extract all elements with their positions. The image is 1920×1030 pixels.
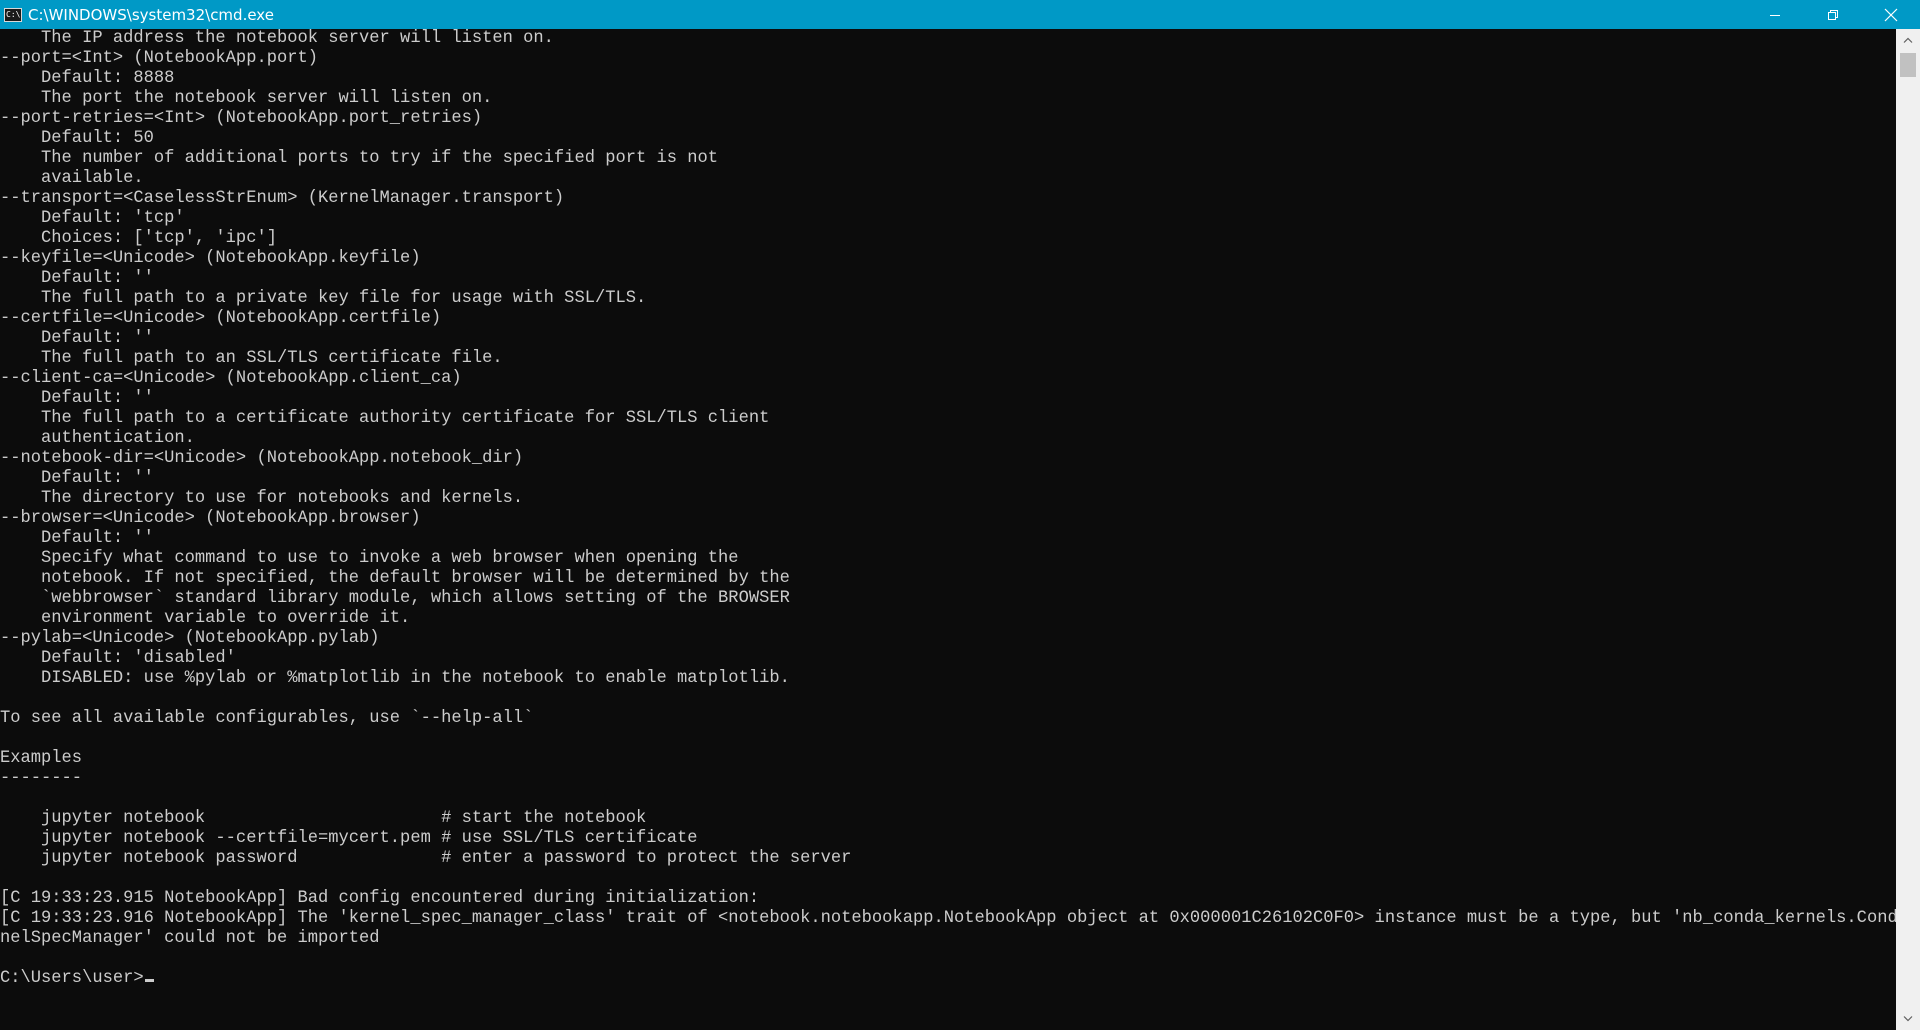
console-line: --notebook-dir=<Unicode> (NotebookApp.no… — [0, 449, 523, 469]
console-line: Default: '' — [0, 329, 154, 349]
text-cursor — [145, 979, 154, 982]
restore-button[interactable] — [1804, 0, 1862, 29]
console-line: The full path to a private key file for … — [0, 289, 646, 309]
cmd-window: C:\ C:\WINDOWS\system32\cmd.exe The IP a… — [0, 0, 1920, 1030]
console-line: The full path to an SSL/TLS certificate … — [0, 349, 503, 369]
console-line: Default: 8888 — [0, 69, 174, 89]
console-line: --certfile=<Unicode> (NotebookApp.certfi… — [0, 309, 441, 329]
console-line: To see all available configurables, use … — [0, 709, 533, 729]
console-output[interactable]: The IP address the notebook server will … — [0, 29, 1896, 1030]
console-line: Default: '' — [0, 269, 154, 289]
console-line: Default: '' — [0, 529, 154, 549]
console-line: --keyfile=<Unicode> (NotebookApp.keyfile… — [0, 249, 421, 269]
console-line: The directory to use for notebooks and k… — [0, 489, 523, 509]
scroll-up-button[interactable] — [1896, 29, 1920, 51]
console-line: C:\Users\user> — [0, 969, 154, 989]
console-line: [C 19:33:23.915 NotebookApp] Bad config … — [0, 889, 759, 909]
console-line: available. — [0, 169, 144, 189]
console-line: Examples — [0, 749, 82, 769]
console-line: --client-ca=<Unicode> (NotebookApp.clien… — [0, 369, 462, 389]
console-line: --port-retries=<Int> (NotebookApp.port_r… — [0, 109, 482, 129]
chevron-down-icon — [1903, 1016, 1913, 1022]
chevron-up-icon — [1903, 37, 1913, 43]
scrollbar-thumb[interactable] — [1900, 53, 1916, 77]
console-line: authentication. — [0, 429, 195, 449]
console-line: -------- — [0, 769, 82, 789]
console-line: The full path to a certificate authority… — [0, 409, 769, 429]
console-line: DISABLED: use %pylab or %matplotlib in t… — [0, 669, 790, 689]
close-icon — [1884, 8, 1898, 22]
console-line: The number of additional ports to try if… — [0, 149, 718, 169]
console-line: Default: 'disabled' — [0, 649, 236, 669]
cmd-app-icon[interactable]: C:\ — [4, 8, 22, 22]
console-line: --pylab=<Unicode> (NotebookApp.pylab) — [0, 629, 380, 649]
vertical-scrollbar[interactable] — [1896, 29, 1920, 1030]
console-line: Default: 'tcp' — [0, 209, 185, 229]
console-line: The port the notebook server will listen… — [0, 89, 492, 109]
window-title: C:\WINDOWS\system32\cmd.exe — [28, 6, 274, 24]
window-controls — [1746, 0, 1920, 29]
console-line: The IP address the notebook server will … — [0, 29, 554, 49]
console-line: Default: '' — [0, 469, 154, 489]
console-line: --port=<Int> (NotebookApp.port) — [0, 49, 318, 69]
minimize-button[interactable] — [1746, 0, 1804, 29]
console-line: --browser=<Unicode> (NotebookApp.browser… — [0, 509, 421, 529]
console-line: Default: '' — [0, 389, 154, 409]
console-line: --transport=<CaselessStrEnum> (KernelMan… — [0, 189, 564, 209]
console-line: jupyter notebook # start the notebook — [0, 809, 646, 829]
console-line: Specify what command to use to invoke a … — [0, 549, 739, 569]
console-line: `webbrowser` standard library module, wh… — [0, 589, 790, 609]
console-line: Default: 50 — [0, 129, 154, 149]
scroll-down-button[interactable] — [1896, 1008, 1920, 1030]
title-bar[interactable]: C:\ C:\WINDOWS\system32\cmd.exe — [0, 0, 1920, 29]
console-line: environment variable to override it. — [0, 609, 410, 629]
close-button[interactable] — [1862, 0, 1920, 29]
minimize-icon — [1769, 9, 1781, 21]
console-line: jupyter notebook --certfile=mycert.pem #… — [0, 829, 698, 849]
console-line: notebook. If not specified, the default … — [0, 569, 790, 589]
restore-icon — [1827, 9, 1839, 21]
console-line: nelSpecManager' could not be imported — [0, 929, 380, 949]
console-line: [C 19:33:23.916 NotebookApp] The 'kernel… — [0, 909, 1896, 929]
console-line: Choices: ['tcp', 'ipc'] — [0, 229, 277, 249]
console-line: jupyter notebook password # enter a pass… — [0, 849, 851, 869]
